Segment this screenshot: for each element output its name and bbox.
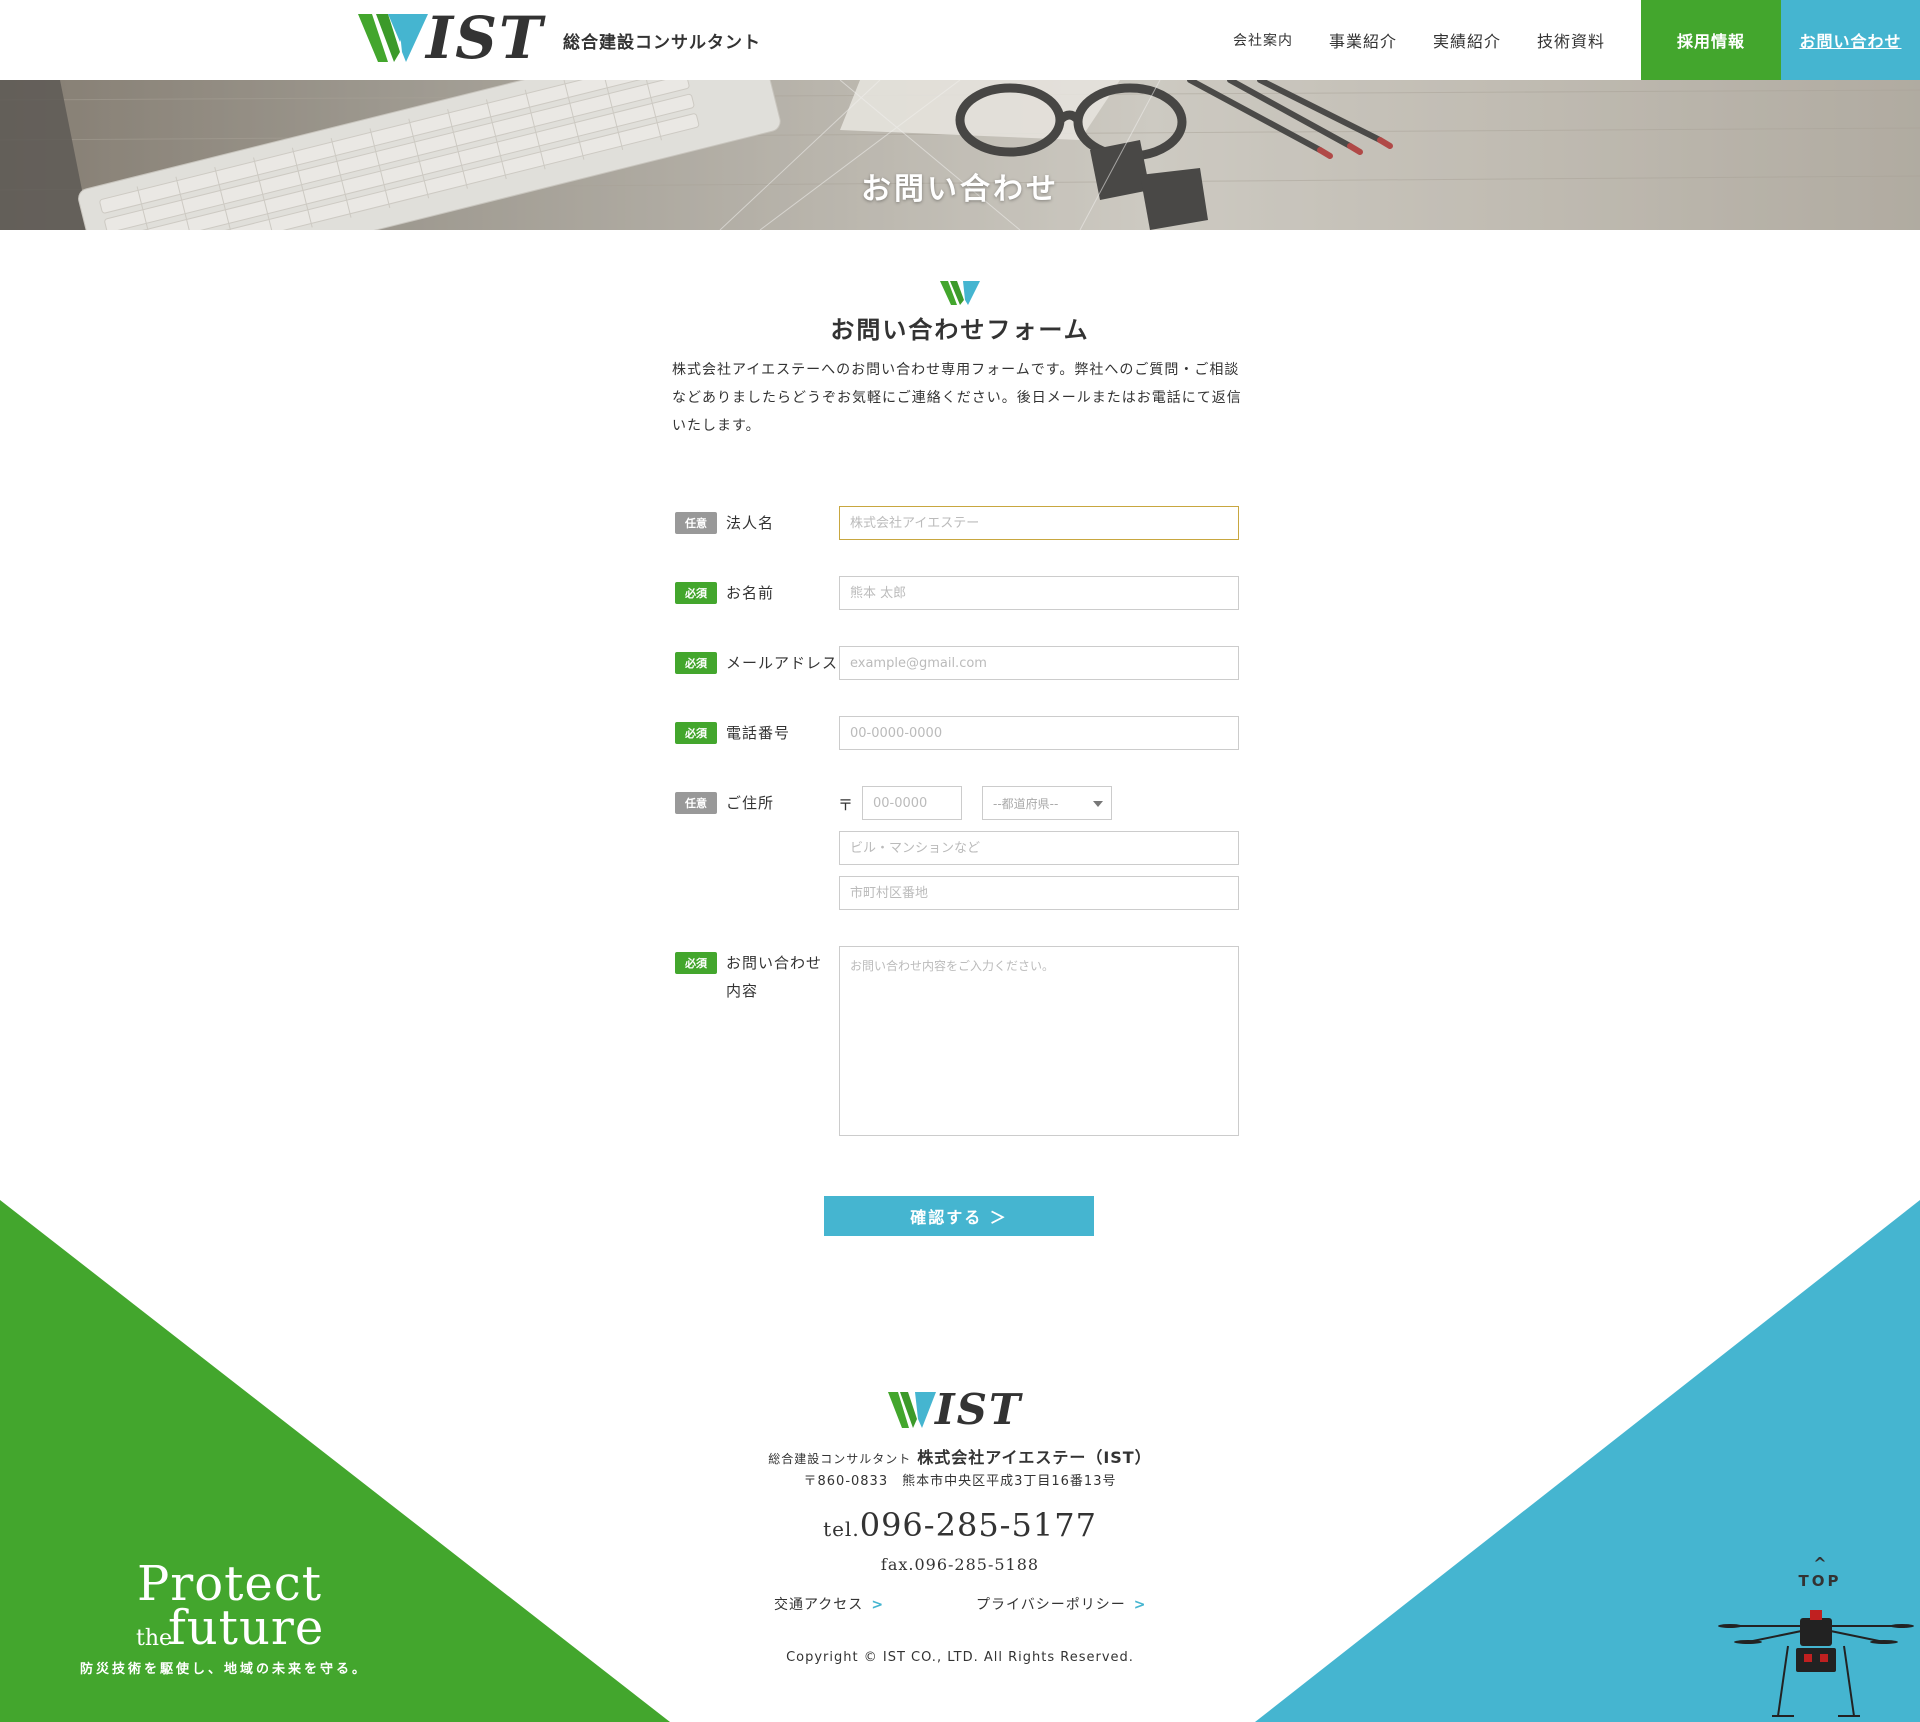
prefecture-select[interactable]: --都道府県-- [982, 786, 1112, 820]
message-textarea[interactable] [839, 946, 1239, 1136]
logo-text: IST [426, 4, 545, 72]
nav-contact-button[interactable]: お問い合わせ [1781, 0, 1920, 80]
footer-company: 総合建設コンサルタント 株式会社アイエステー（IST） [0, 1444, 1920, 1468]
name-input[interactable] [839, 576, 1239, 610]
hero-banner: お問い合わせ [0, 80, 1920, 230]
name-label: お名前 [726, 584, 775, 602]
footer-tel-number: 096-285-5177 [859, 1506, 1097, 1544]
email-input[interactable] [839, 646, 1239, 680]
phone-label: 電話番号 [726, 724, 791, 742]
form-intro-text: 株式会社アイエステーへのお問い合わせ専用フォームです。弊社へのご質問・ご相談など… [672, 362, 1242, 434]
slogan-the: the [136, 1626, 173, 1651]
copyright: Copyright © IST CO., LTD. All Rights Res… [786, 1650, 1134, 1665]
footer-link-privacy-label: プライバシーポリシー [976, 1597, 1126, 1613]
nav-results[interactable]: 実績紹介 [1433, 28, 1501, 52]
email-label: メールアドレス [726, 654, 839, 672]
nav-recruit-button[interactable]: 採用情報 [1641, 0, 1781, 80]
footer-link-access[interactable]: 交通アクセス > [774, 1594, 884, 1614]
postal-code-input[interactable] [862, 786, 962, 820]
back-to-top-button[interactable]: ^ TOP [1794, 1554, 1846, 1591]
phone-input[interactable] [839, 716, 1239, 750]
footer-link-privacy[interactable]: プライバシーポリシー > [976, 1594, 1146, 1614]
footer-link-access-label: 交通アクセス [774, 1597, 864, 1613]
chevron-right-icon: > [1133, 1597, 1147, 1613]
site-logo[interactable]: IST [358, 4, 545, 72]
slogan-future: future [168, 1600, 325, 1656]
postal-mark: 〒 [838, 796, 854, 814]
confirm-button[interactable]: 確認する ＞ [824, 1196, 1094, 1236]
chevron-right-icon: > [871, 1597, 885, 1613]
building-input[interactable] [839, 831, 1239, 865]
top-label: TOP [1798, 1572, 1842, 1590]
optional-badge: 任意 [675, 792, 717, 814]
footer-tel-prefix: tel. [823, 1517, 860, 1541]
message-label-line2: 内容 [726, 982, 759, 1000]
footer-logo-w-icon [888, 1392, 936, 1428]
footer-address: 〒860-0833 熊本市中央区平成3丁目16番13号 [803, 1474, 1117, 1489]
logo-tagline: 総合建設コンサルタント [563, 33, 761, 53]
company-input[interactable] [839, 506, 1239, 540]
required-badge: 必須 [675, 722, 717, 744]
optional-badge: 任意 [675, 512, 717, 534]
footer-logo[interactable]: IST [888, 1385, 1023, 1434]
footer-logo-text: IST [935, 1385, 1023, 1434]
drone-icon [1718, 1610, 1914, 1717]
footer-tel: tel.096-285-5177 [0, 1506, 1920, 1544]
main-nav: 会社案内 事業紹介 実績紹介 技術資料 採用情報 お問い合わせ [1233, 0, 1920, 80]
chevron-up-icon: ^ [1813, 1554, 1827, 1573]
footer-company-name: 株式会社アイエステー（IST） [917, 1448, 1152, 1467]
required-badge: 必須 [675, 582, 717, 604]
footer-fax: fax.096-285-5188 [880, 1555, 1040, 1574]
company-label: 法人名 [726, 514, 775, 532]
nav-business[interactable]: 事業紹介 [1329, 28, 1397, 52]
site-header: IST 総合建設コンサルタント 会社案内 事業紹介 実績紹介 技術資料 採用情報… [0, 0, 1920, 80]
section-w-icon [940, 281, 980, 305]
chevron-down-icon [1093, 801, 1103, 807]
logo-w-icon [358, 14, 428, 62]
message-label-line1: お問い合わせ [726, 954, 823, 972]
required-badge: 必須 [675, 952, 717, 974]
page-title: お問い合わせ [861, 172, 1059, 207]
prefecture-selected-value: --都道府県-- [993, 796, 1059, 811]
nav-company[interactable]: 会社案内 [1233, 30, 1293, 50]
address-label: ご住所 [726, 794, 775, 812]
nav-tech-docs[interactable]: 技術資料 [1537, 28, 1605, 52]
city-input[interactable] [839, 876, 1239, 910]
footer-company-prefix: 総合建設コンサルタント [768, 1452, 912, 1466]
form-title: お問い合わせフォーム [830, 316, 1090, 344]
required-badge: 必須 [675, 652, 717, 674]
